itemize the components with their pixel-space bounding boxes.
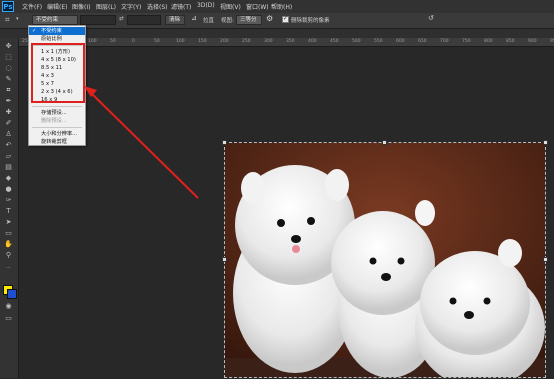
annotation-arrow [84,86,199,199]
